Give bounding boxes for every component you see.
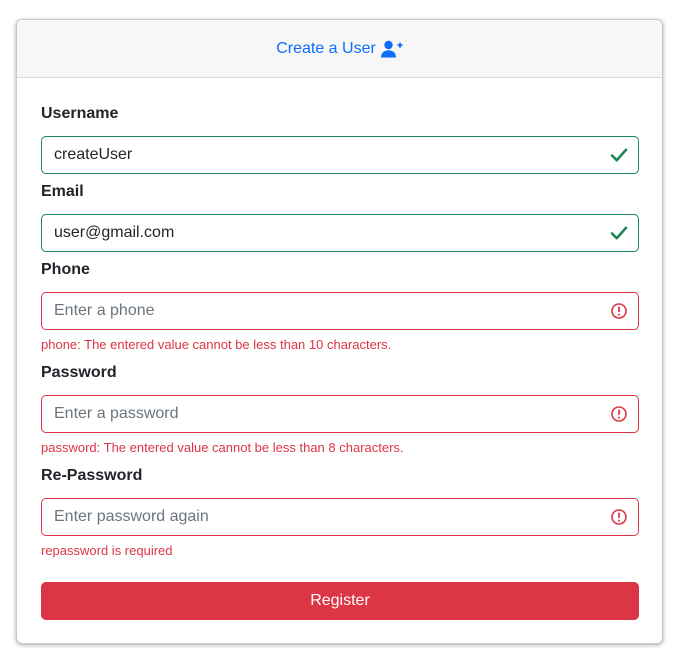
email-group: Email	[41, 182, 639, 252]
card-title: Create a User	[276, 39, 376, 57]
repassword-input[interactable]	[42, 499, 638, 535]
check-icon	[610, 226, 628, 240]
register-button[interactable]: Register	[41, 582, 639, 620]
username-input-wrapper	[41, 136, 639, 174]
password-label: Password	[41, 364, 117, 381]
check-icon	[610, 148, 628, 162]
exclamation-circle-icon	[611, 509, 627, 525]
password-input-wrapper	[41, 395, 639, 433]
repassword-input-wrapper	[41, 498, 639, 536]
email-input-wrapper	[41, 214, 639, 252]
password-input[interactable]	[42, 396, 638, 432]
phone-input[interactable]	[42, 293, 638, 329]
card-header: Create a User	[17, 20, 662, 78]
user-plus-icon	[380, 40, 403, 58]
username-input[interactable]	[42, 137, 638, 173]
password-group: Password password: The entered value can…	[41, 363, 639, 456]
phone-label: Phone	[41, 261, 90, 278]
email-label: Email	[41, 183, 84, 200]
create-user-card: Create a User Username Email	[16, 19, 663, 644]
phone-error-message: phone: The entered value cannot be less …	[41, 337, 392, 352]
username-label: Username	[41, 105, 119, 122]
repassword-label: Re-Password	[41, 467, 143, 484]
password-error-message: password: The entered value cannot be le…	[41, 440, 404, 455]
exclamation-circle-icon	[611, 406, 627, 422]
repassword-error-message: repassword is required	[41, 543, 173, 558]
phone-group: Phone phone: The entered value cannot be…	[41, 260, 639, 353]
phone-input-wrapper	[41, 292, 639, 330]
repassword-group: Re-Password repassword is required	[41, 466, 639, 559]
email-input[interactable]	[42, 215, 638, 251]
username-group: Username	[41, 104, 639, 174]
exclamation-circle-icon	[611, 303, 627, 319]
